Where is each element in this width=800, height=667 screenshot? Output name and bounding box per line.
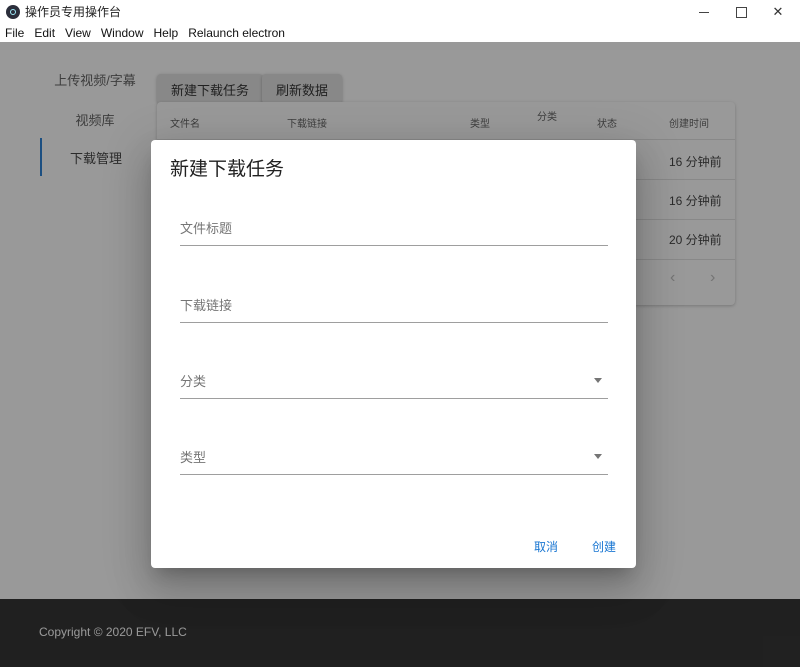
maximize-icon <box>735 6 747 18</box>
file-title-field[interactable]: 文件标题 <box>180 215 608 246</box>
window-title: 操作员专用操作台 <box>25 5 122 19</box>
file-title-input[interactable] <box>180 215 584 245</box>
menu-bar: File Edit View Window Help Relaunch elec… <box>0 24 800 42</box>
electron-app-icon <box>6 5 20 19</box>
type-select[interactable]: 类型 <box>180 444 608 475</box>
close-button[interactable]: ✕ <box>760 0 796 24</box>
menu-edit[interactable]: Edit <box>29 24 60 42</box>
download-link-input[interactable] <box>180 292 584 322</box>
menu-help[interactable]: Help <box>149 24 184 42</box>
dialog-title: 新建下载任务 <box>170 159 285 180</box>
dropdown-arrow-icon <box>594 378 602 383</box>
new-download-task-dialog: 新建下载任务 文件标题 下载链接 分类 类型 取消 创建 <box>151 140 636 568</box>
maximize-button[interactable] <box>723 0 759 24</box>
type-label: 类型 <box>180 450 207 465</box>
menu-window[interactable]: Window <box>96 24 149 42</box>
dropdown-arrow-icon <box>594 454 602 459</box>
minimize-icon <box>699 11 709 13</box>
menu-relaunch-electron[interactable]: Relaunch electron <box>183 24 290 42</box>
menu-view[interactable]: View <box>60 24 96 42</box>
category-select[interactable]: 分类 <box>180 368 608 399</box>
create-button[interactable]: 创建 <box>592 538 616 555</box>
title-bar: 操作员专用操作台 ✕ <box>0 0 800 24</box>
close-icon: ✕ <box>772 4 784 19</box>
cancel-button[interactable]: 取消 <box>534 538 558 555</box>
download-link-field[interactable]: 下载链接 <box>180 292 608 323</box>
minimize-button[interactable] <box>686 0 722 24</box>
menu-file[interactable]: File <box>0 24 29 42</box>
category-label: 分类 <box>180 374 207 389</box>
